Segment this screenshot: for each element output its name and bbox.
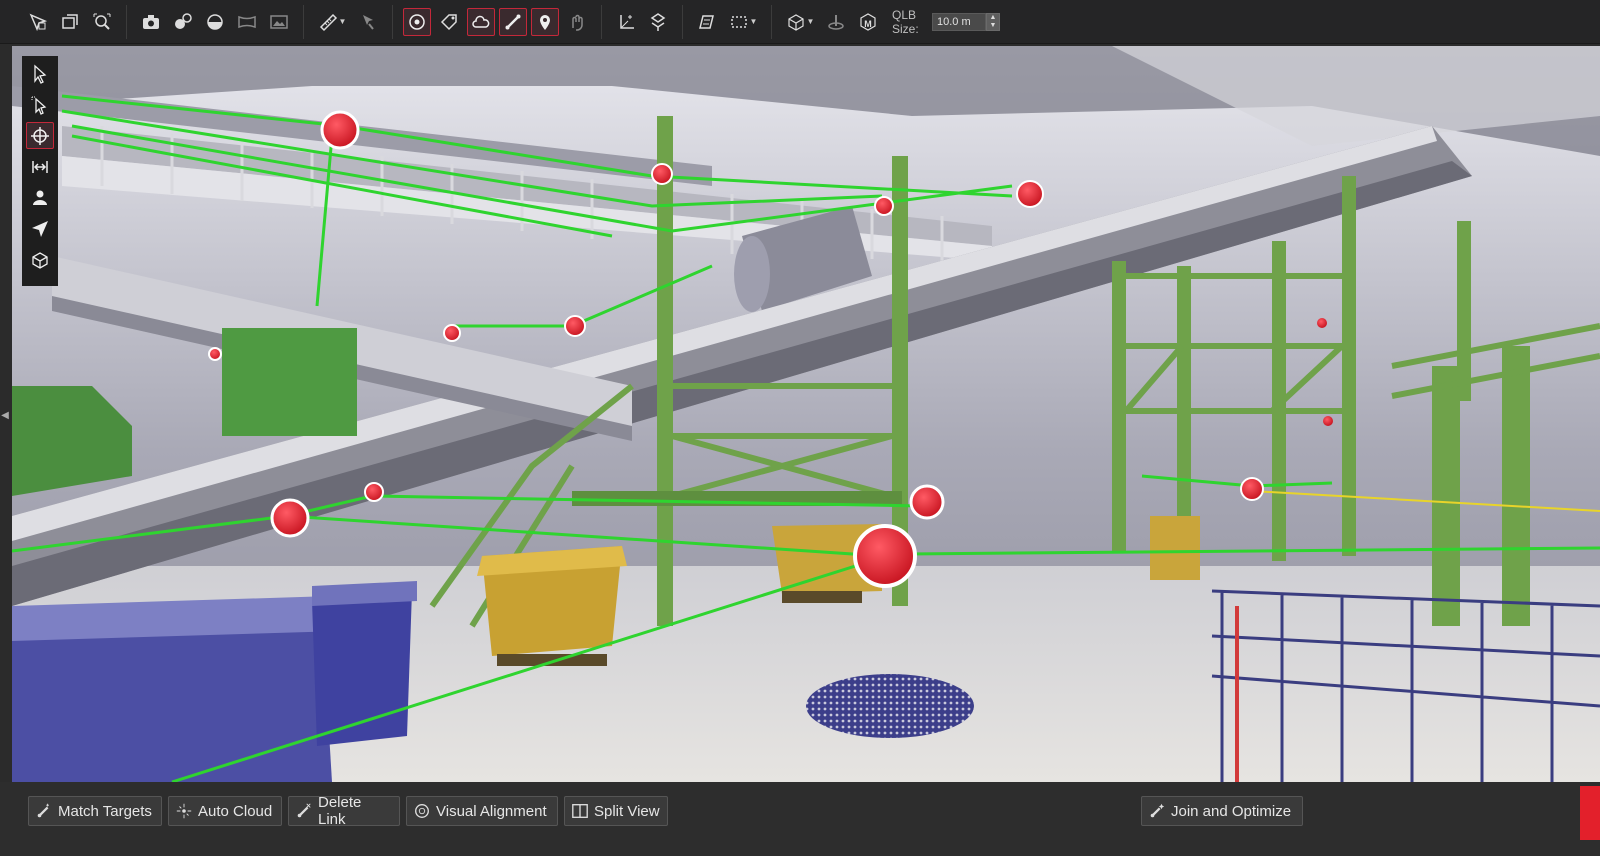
chevron-down-icon: ▼ bbox=[749, 17, 758, 26]
stepper-up-icon[interactable]: ▲ bbox=[987, 14, 999, 22]
select-by-region-icon[interactable] bbox=[24, 8, 52, 36]
bottom-action-bar: Match Targets Auto Cloud Delete Link Vis… bbox=[0, 782, 1600, 856]
chevron-down-icon: ▼ bbox=[338, 17, 347, 26]
walk-icon[interactable] bbox=[26, 184, 54, 211]
view-cube-icon[interactable] bbox=[26, 246, 54, 273]
sphere-icon[interactable] bbox=[201, 8, 229, 36]
split-view-label: Split View bbox=[594, 802, 660, 820]
probe-icon[interactable] bbox=[354, 8, 382, 36]
join-and-optimize-label: Join and Optimize bbox=[1171, 802, 1292, 820]
window-icon[interactable] bbox=[56, 8, 84, 36]
toolbar-group-display: ▼ bbox=[683, 4, 772, 39]
qlb-size-field: ▲ ▼ bbox=[932, 12, 1000, 32]
spheres-icon[interactable] bbox=[169, 8, 197, 36]
toolbar-group-scan: ▼ M QLB Size: ▲ ▼ bbox=[772, 5, 1010, 39]
toolbar-group-imagery bbox=[127, 4, 304, 39]
join-and-optimize-button[interactable]: Join and Optimize bbox=[1141, 796, 1303, 826]
panel-tab-red[interactable] bbox=[1580, 786, 1600, 840]
chevron-left-icon: ◀ bbox=[1, 409, 9, 421]
chevron-down-icon: ▼ bbox=[806, 17, 815, 26]
camera-icon[interactable] bbox=[137, 8, 165, 36]
mesh-icon[interactable]: M bbox=[854, 8, 882, 36]
transform-icon[interactable] bbox=[644, 8, 672, 36]
qlb-size-label: QLB Size: bbox=[892, 7, 919, 36]
toolbar-group-registration bbox=[393, 4, 602, 39]
select-arrow-icon[interactable] bbox=[26, 60, 54, 87]
split-view-icon bbox=[572, 804, 588, 818]
auto-cloud-label: Auto Cloud bbox=[198, 802, 273, 820]
image-icon[interactable] bbox=[265, 8, 293, 36]
texture-icon[interactable] bbox=[693, 8, 721, 36]
stepper-down-icon[interactable]: ▼ bbox=[987, 22, 999, 30]
navigate-icon[interactable] bbox=[26, 215, 54, 242]
delete-link-label: Delete Link bbox=[318, 794, 362, 828]
visual-alignment-icon bbox=[415, 804, 429, 818]
qlb-size-input[interactable] bbox=[932, 12, 986, 31]
auto-cloud-button[interactable]: Auto Cloud bbox=[168, 796, 282, 826]
target-icon[interactable] bbox=[403, 7, 431, 36]
gesture-icon[interactable] bbox=[563, 8, 591, 36]
axes-icon[interactable] bbox=[612, 8, 640, 36]
pan-icon[interactable] bbox=[26, 153, 54, 180]
match-targets-button[interactable]: Match Targets bbox=[28, 796, 162, 826]
delete-link-button[interactable]: Delete Link bbox=[288, 794, 400, 828]
split-view-button[interactable]: Split View bbox=[564, 796, 668, 826]
qlb-size-stepper[interactable]: ▲ ▼ bbox=[986, 12, 1000, 31]
toolbar-group-transform bbox=[602, 4, 683, 39]
select-region-icon[interactable] bbox=[26, 91, 54, 118]
svg-text:M: M bbox=[864, 19, 872, 29]
cloud-icon[interactable] bbox=[467, 7, 495, 36]
toolbar-group-measure: ▼ bbox=[304, 4, 393, 39]
auto-cloud-icon bbox=[176, 803, 192, 819]
bounding-box-icon[interactable]: ▼ bbox=[782, 8, 818, 36]
panorama-icon[interactable] bbox=[233, 8, 261, 36]
selection-box-icon[interactable]: ▼ bbox=[725, 8, 761, 36]
navigation-tool-palette bbox=[22, 56, 58, 286]
ruler-icon[interactable]: ▼ bbox=[314, 8, 350, 36]
orbit-icon[interactable] bbox=[26, 122, 54, 149]
location-pin-icon[interactable] bbox=[531, 7, 559, 36]
top-toolbar: ▼ ▼ ▼ M QLB Size: ▲ ▼ bbox=[0, 0, 1600, 44]
tag-icon[interactable] bbox=[435, 8, 463, 36]
point-cloud-viewport[interactable] bbox=[12, 46, 1600, 782]
collapse-panel-handle[interactable]: ◀ bbox=[0, 400, 10, 430]
match-targets-icon bbox=[37, 803, 49, 818]
toolbar-group-view bbox=[14, 4, 127, 39]
join-optimize-icon bbox=[1150, 803, 1165, 818]
visual-alignment-button[interactable]: Visual Alignment bbox=[406, 796, 558, 826]
scan-icon[interactable] bbox=[822, 8, 850, 36]
point-cloud-scene[interactable] bbox=[12, 46, 1600, 782]
visual-alignment-label: Visual Alignment bbox=[436, 802, 547, 820]
delete-link-icon bbox=[297, 803, 311, 818]
match-targets-label: Match Targets bbox=[58, 802, 152, 820]
zoom-fit-icon[interactable] bbox=[88, 8, 116, 36]
link-icon[interactable] bbox=[499, 7, 527, 36]
